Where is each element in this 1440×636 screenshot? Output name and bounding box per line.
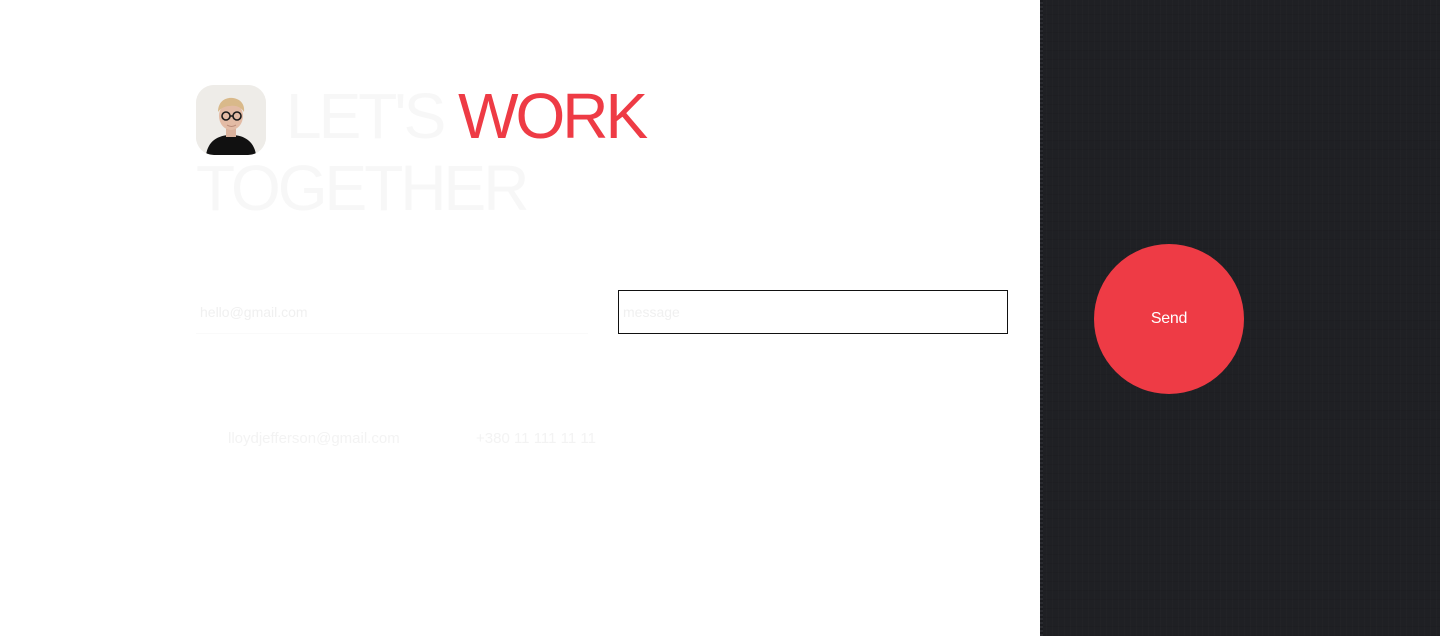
contact-phone-link[interactable]: +380 11 111 11 11 — [476, 430, 596, 447]
page-title: LET'S WORK TOGETHER — [196, 80, 648, 224]
contact-page: LET'S WORK TOGETHER lloydjefferson@gmail… — [0, 0, 1440, 636]
title-part-1: LET'S — [286, 80, 446, 152]
contact-email-link[interactable]: lloydjefferson@gmail.com — [228, 430, 400, 447]
title-part-2: TOGETHER — [196, 152, 529, 224]
title-accent: WORK — [458, 80, 648, 152]
email-field[interactable] — [196, 290, 588, 334]
title-line-1: LET'S WORK — [196, 80, 648, 152]
message-field[interactable] — [618, 290, 1008, 334]
send-button[interactable]: Send — [1094, 244, 1244, 394]
content-panel: LET'S WORK TOGETHER lloydjefferson@gmail… — [0, 0, 1040, 636]
